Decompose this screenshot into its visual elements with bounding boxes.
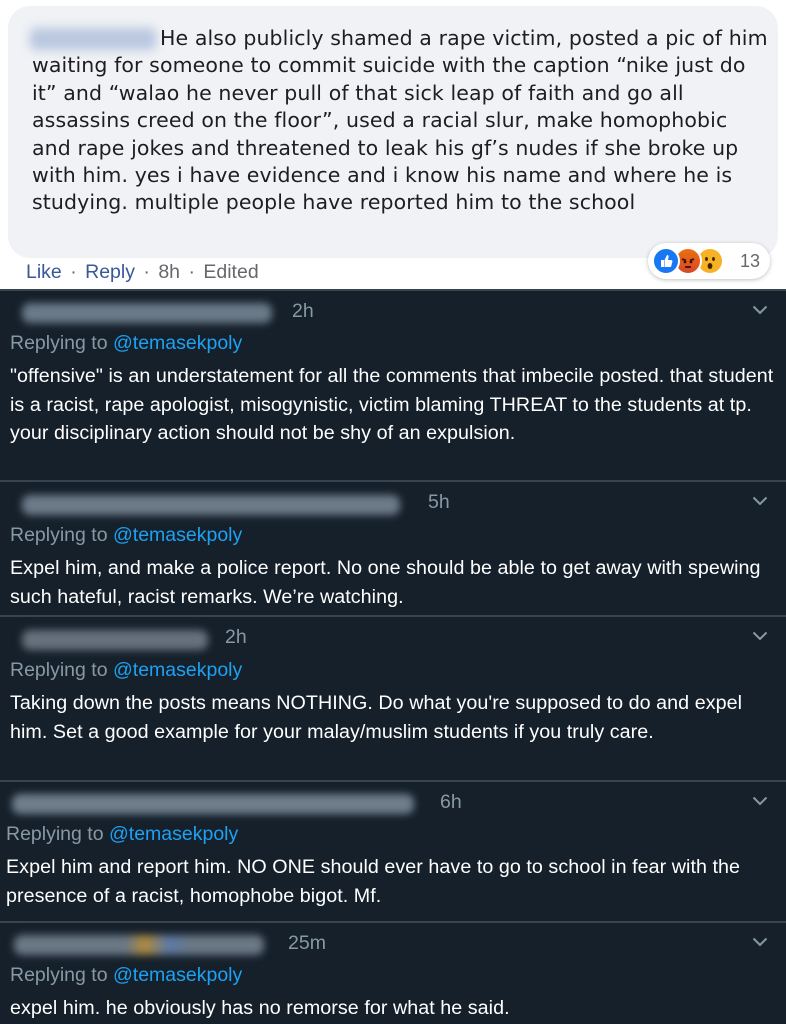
user-name-redacted — [22, 630, 208, 650]
facebook-comment: He also publicly shamed a rape victim, p… — [0, 0, 786, 291]
user-name-redacted — [22, 303, 272, 323]
mention-link[interactable]: @temasekpoly — [113, 964, 242, 986]
tweet-time[interactable]: 2h — [292, 300, 314, 323]
replying-to: Replying to @temasekpoly — [10, 964, 242, 987]
mention-link[interactable]: @temasekpoly — [113, 659, 242, 681]
replying-to: Replying to @temasekpoly — [6, 823, 238, 846]
chevron-down-icon[interactable] — [752, 496, 768, 506]
reactions-summary[interactable]: 13 — [648, 243, 770, 279]
mention-link[interactable]: @temasekpoly — [109, 823, 238, 845]
tweet-text: Expel him and report him. NO ONE should … — [6, 856, 740, 907]
tweet-reply[interactable]: 2h Replying to @temasekpoly Taking down … — [0, 615, 786, 782]
tweet-text: expel him. he obviously has no remorse f… — [10, 997, 510, 1019]
replying-to-prefix: Replying to — [10, 659, 108, 681]
comment-bubble: He also publicly shamed a rape victim, p… — [8, 6, 778, 258]
separator: · — [70, 261, 77, 283]
comment-actions: Like · Reply · 8h · Edited — [26, 261, 259, 284]
mention-link[interactable]: @temasekpoly — [113, 524, 242, 546]
tweet-time[interactable]: 5h — [428, 491, 450, 514]
tweet-text: Expel him, and make a police report. No … — [10, 557, 761, 608]
replying-to: Replying to @temasekpoly — [10, 332, 242, 355]
reply-link[interactable]: Reply — [85, 261, 135, 283]
reaction-count: 13 — [740, 251, 761, 271]
separator: · — [188, 261, 195, 283]
tweet-time[interactable]: 25m — [288, 932, 326, 955]
comment-text: He also publicly shamed a rape victim, p… — [32, 26, 768, 215]
edited-label: Edited — [203, 261, 259, 283]
comment-time[interactable]: 8h — [158, 261, 180, 283]
tweet-reply[interactable]: 6h Replying to @temasekpoly Expel him an… — [0, 780, 786, 923]
tweet-reply[interactable]: 2h Replying to @temasekpoly "offensive" … — [0, 289, 786, 482]
chevron-down-icon[interactable] — [752, 305, 768, 315]
replying-to-prefix: Replying to — [10, 524, 108, 546]
tweet-time[interactable]: 6h — [440, 791, 462, 814]
replying-to-prefix: Replying to — [10, 964, 108, 986]
user-name-redacted — [12, 794, 414, 814]
like-icon — [652, 247, 680, 275]
mention-link[interactable]: @temasekpoly — [113, 332, 242, 354]
replying-to: Replying to @temasekpoly — [10, 659, 242, 682]
replying-to-prefix: Replying to — [10, 332, 108, 354]
tweet-text: Taking down the posts means NOTHING. Do … — [10, 692, 743, 743]
separator: · — [143, 261, 150, 283]
chevron-down-icon[interactable] — [752, 937, 768, 947]
replying-to-prefix: Replying to — [6, 823, 104, 845]
tweet-reply[interactable]: 5h Replying to @temasekpoly Expel him, a… — [0, 480, 786, 617]
user-name-redacted — [14, 935, 264, 955]
tweet-text: "offensive" is an understatement for all… — [10, 365, 774, 445]
replying-to: Replying to @temasekpoly — [10, 524, 242, 547]
chevron-down-icon[interactable] — [752, 631, 768, 641]
user-name-redacted — [22, 495, 400, 515]
like-link[interactable]: Like — [26, 261, 62, 283]
tweet-reply[interactable]: 25m Replying to @temasekpoly expel him. … — [0, 921, 786, 1024]
tweet-time[interactable]: 2h — [225, 626, 247, 649]
chevron-down-icon[interactable] — [752, 796, 768, 806]
